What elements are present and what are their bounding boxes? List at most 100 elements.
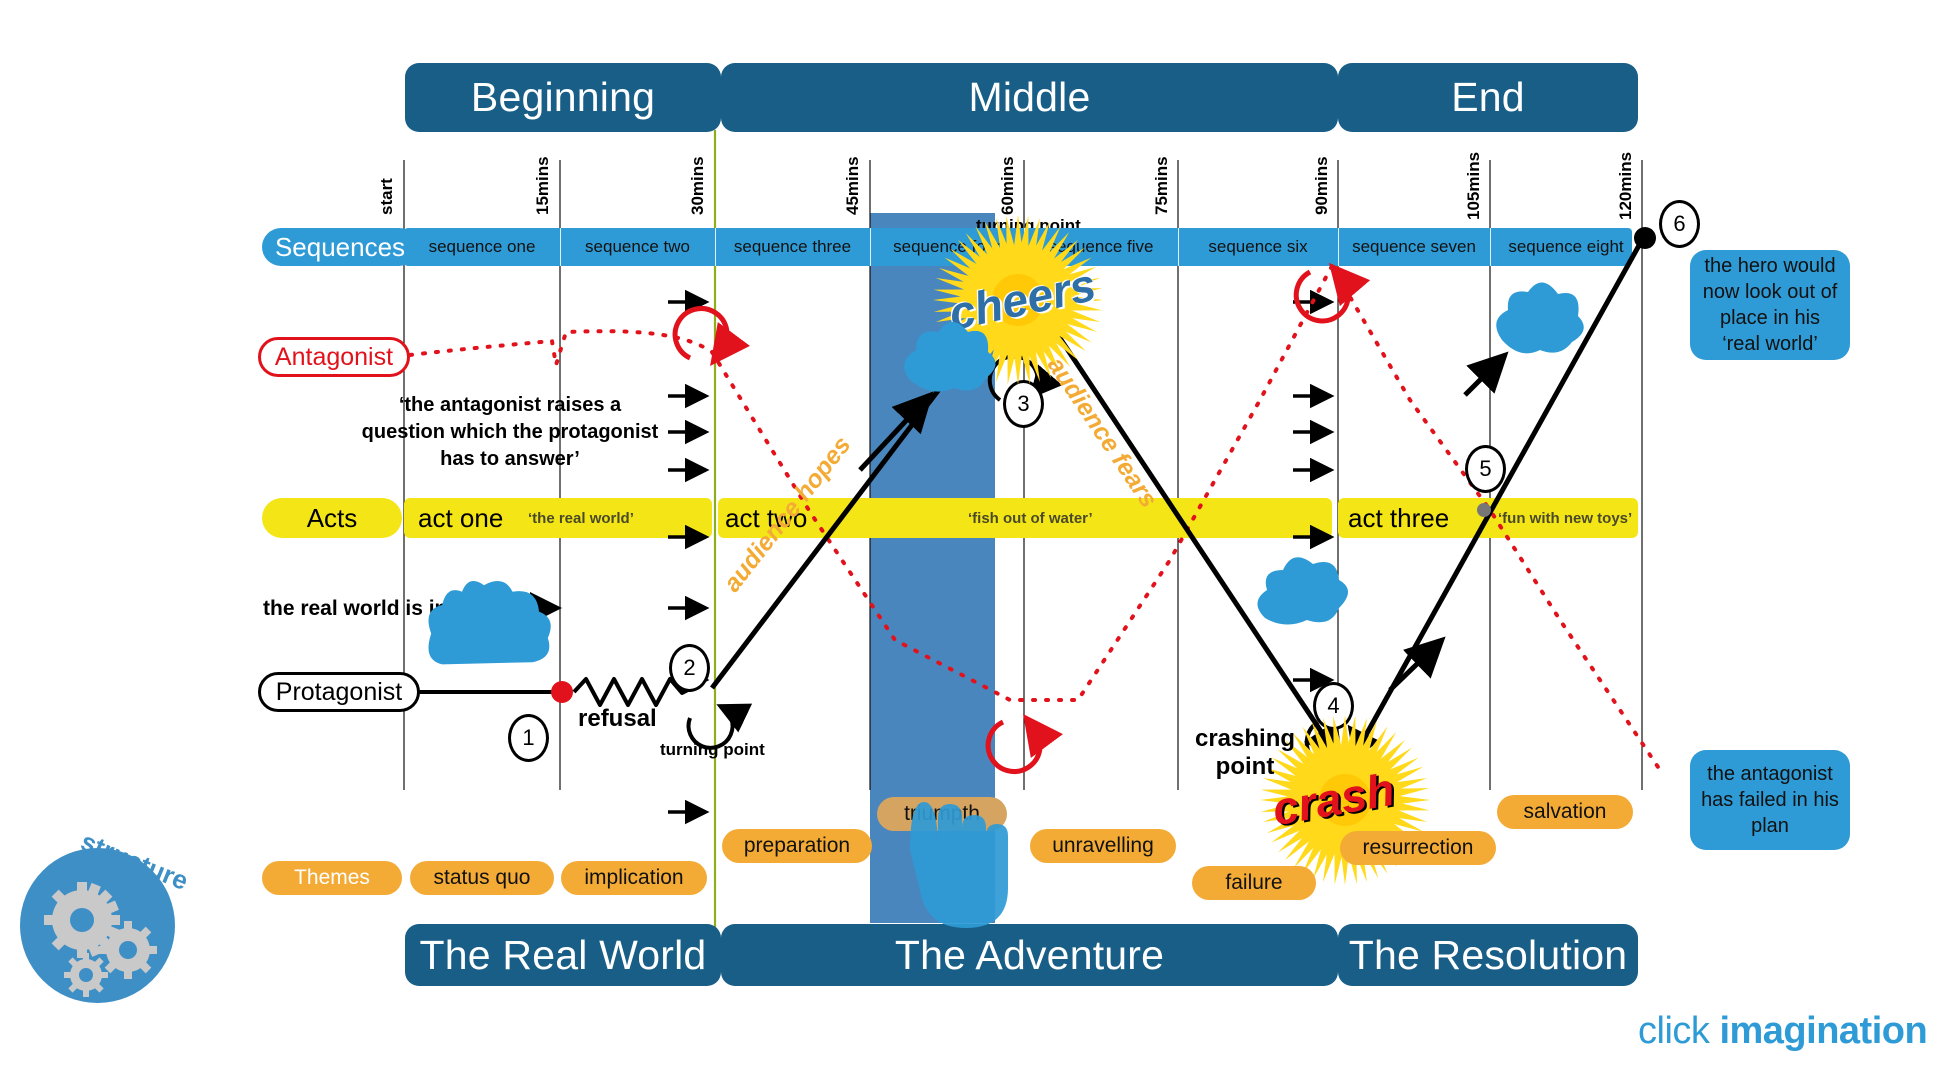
theme-preparation[interactable]: preparation <box>722 829 872 863</box>
crashing-point-label: crashing point <box>1185 725 1305 781</box>
beat-label-4: 4 <box>1327 693 1340 718</box>
callout-hero-out-of-place: the hero would now look out of place in … <box>1690 250 1850 360</box>
silhouette-runner <box>1257 557 1348 625</box>
beat-label-1: 1 <box>522 725 535 750</box>
tick-label-7: 105mins <box>1464 151 1483 220</box>
act-two-subtitle: ‘fish out of water’ <box>968 498 1093 538</box>
footer-resolution-label: The Resolution <box>1348 931 1628 978</box>
sequence-cell-3[interactable]: sequence three <box>715 228 870 266</box>
tick-label-4: 60mins <box>998 156 1017 215</box>
theme-label-salvation: salvation <box>1523 800 1607 823</box>
themes-label-text: Themes <box>294 866 370 889</box>
footer-resolution: The Resolution <box>1338 924 1638 986</box>
protagonist-badge[interactable]: Protagonist <box>258 672 420 712</box>
theme-label-triumpth: triumpth <box>904 802 980 825</box>
brand-logo: click imagination <box>1638 1010 1928 1053</box>
theme-failure[interactable]: failure <box>1192 866 1316 900</box>
antagonist-label: Antagonist <box>274 342 394 371</box>
theme-unravelling[interactable]: unravelling <box>1030 829 1176 863</box>
sequence-divider <box>1024 228 1025 266</box>
audience-fears-label: audience fears <box>1041 352 1163 513</box>
sequence-divider <box>1338 228 1339 266</box>
header-beginning-label: Beginning <box>470 74 656 120</box>
tick-label-2: 30mins <box>688 156 707 215</box>
theme-label-implication: implication <box>584 866 684 889</box>
beat-label-2: 2 <box>683 655 696 680</box>
protagonist-label: Protagonist <box>275 677 403 706</box>
act-three-label[interactable]: act three <box>1348 498 1449 538</box>
themes-row-label: Themes <box>262 861 402 895</box>
sequence-divider <box>560 228 561 266</box>
act-one-subtitle: ‘the real world’ <box>528 498 634 538</box>
theme-status-quo[interactable]: status quo <box>410 861 554 895</box>
act-three-subtitle-text: ‘fun with new toys’ <box>1498 509 1633 527</box>
act-one-name: act one <box>418 502 504 533</box>
tick-label-0: start <box>377 178 396 215</box>
callout-antagonist-failed: the antagonist has failed in his plan <box>1690 750 1850 850</box>
theme-label-resurrection: resurrection <box>1362 836 1474 859</box>
footer-real-world: The Real World <box>405 924 721 986</box>
sequence-cell-2[interactable]: sequence two <box>560 228 715 266</box>
sequence-label-3: sequence three <box>733 237 852 256</box>
callout-hero-text: the hero would now look out of place in … <box>1702 255 1838 355</box>
beat-label-5: 5 <box>1479 456 1492 481</box>
footer-adventure: The Adventure <box>721 924 1338 986</box>
tick-label-8: 120mins <box>1616 151 1635 220</box>
acts-row-label: Acts <box>262 498 402 538</box>
theme-label-status-quo: status quo <box>433 866 531 889</box>
crashing-point-text: crashing point <box>1194 725 1296 780</box>
antagonist-question-note: ‘the antagonist raises a question which … <box>355 392 665 473</box>
beat-marker-6[interactable]: 6 <box>1659 200 1700 248</box>
sequence-cell-6[interactable]: sequence six <box>1178 228 1338 266</box>
beat-marker-2[interactable]: 2 <box>669 644 710 692</box>
sequence-divider <box>1178 228 1179 266</box>
silhouette-hero <box>1496 282 1584 354</box>
sequence-cell-4[interactable]: sequence four <box>870 228 1024 266</box>
theme-salvation[interactable]: salvation <box>1497 795 1633 829</box>
header-end-label: End <box>1451 74 1525 120</box>
theme-implication[interactable]: implication <box>561 861 707 895</box>
silhouette-car <box>428 580 551 665</box>
tick-label-6: 90mins <box>1312 156 1331 215</box>
sequence-label-7: sequence seven <box>1352 237 1476 256</box>
sequences-label-text: Sequences <box>274 231 406 262</box>
real-world-peril-note: the real world is in peril <box>263 597 498 620</box>
beat-marker-3[interactable]: 3 <box>1003 380 1044 428</box>
sequence-label-1: sequence one <box>428 237 536 256</box>
theme-resurrection[interactable]: resurrection <box>1340 831 1496 865</box>
sequence-label-6: sequence six <box>1208 237 1308 256</box>
theme-label-unravelling: unravelling <box>1052 834 1154 857</box>
header-middle: Middle <box>721 63 1338 132</box>
brand-light-text: click <box>1638 1010 1720 1052</box>
tick-label-1: 15mins <box>533 156 552 215</box>
beat-marker-4[interactable]: 4 <box>1313 682 1354 730</box>
callout-antagonist-text: the antagonist has failed in his plan <box>1701 763 1839 837</box>
act-two-subtitle-text: ‘fish out of water’ <box>968 509 1093 527</box>
beat-label-3: 3 <box>1017 391 1030 416</box>
beat-marker-1[interactable]: 1 <box>508 714 549 762</box>
beat-marker-5[interactable]: 5 <box>1465 445 1506 493</box>
header-end: End <box>1338 63 1638 132</box>
sequence-cell-7[interactable]: sequence seven <box>1338 228 1490 266</box>
header-beginning: Beginning <box>405 63 721 132</box>
sequence-label-5: sequence five <box>1048 237 1154 256</box>
sequence-label-2: sequence two <box>585 237 690 256</box>
act-one-label[interactable]: act one <box>418 498 503 538</box>
beat-label-6: 6 <box>1673 211 1686 236</box>
sequence-cell-5[interactable]: sequence five <box>1024 228 1178 266</box>
brand-bold-text: imagination <box>1719 1010 1928 1052</box>
header-middle-label: Middle <box>968 74 1091 120</box>
theme-triumpth[interactable]: triumpth <box>877 797 1007 831</box>
footer-adventure-label: The Adventure <box>894 931 1165 978</box>
sequence-divider <box>715 228 716 266</box>
sequence-cell-1[interactable]: sequence one <box>404 228 560 266</box>
theme-label-preparation: preparation <box>743 834 851 857</box>
tick-label-3: 45mins <box>843 156 862 215</box>
act-three-subtitle: ‘fun with new toys’ <box>1498 498 1632 538</box>
turning-point-small-label: turning point <box>660 740 765 759</box>
act-three-name: act three <box>1348 502 1450 533</box>
footer-real-world-label: The Real World <box>419 931 707 978</box>
acts-label-text: Acts <box>306 502 358 533</box>
antagonist-badge[interactable]: Antagonist <box>258 337 410 377</box>
sequence-cell-8[interactable]: sequence eight <box>1490 228 1642 266</box>
